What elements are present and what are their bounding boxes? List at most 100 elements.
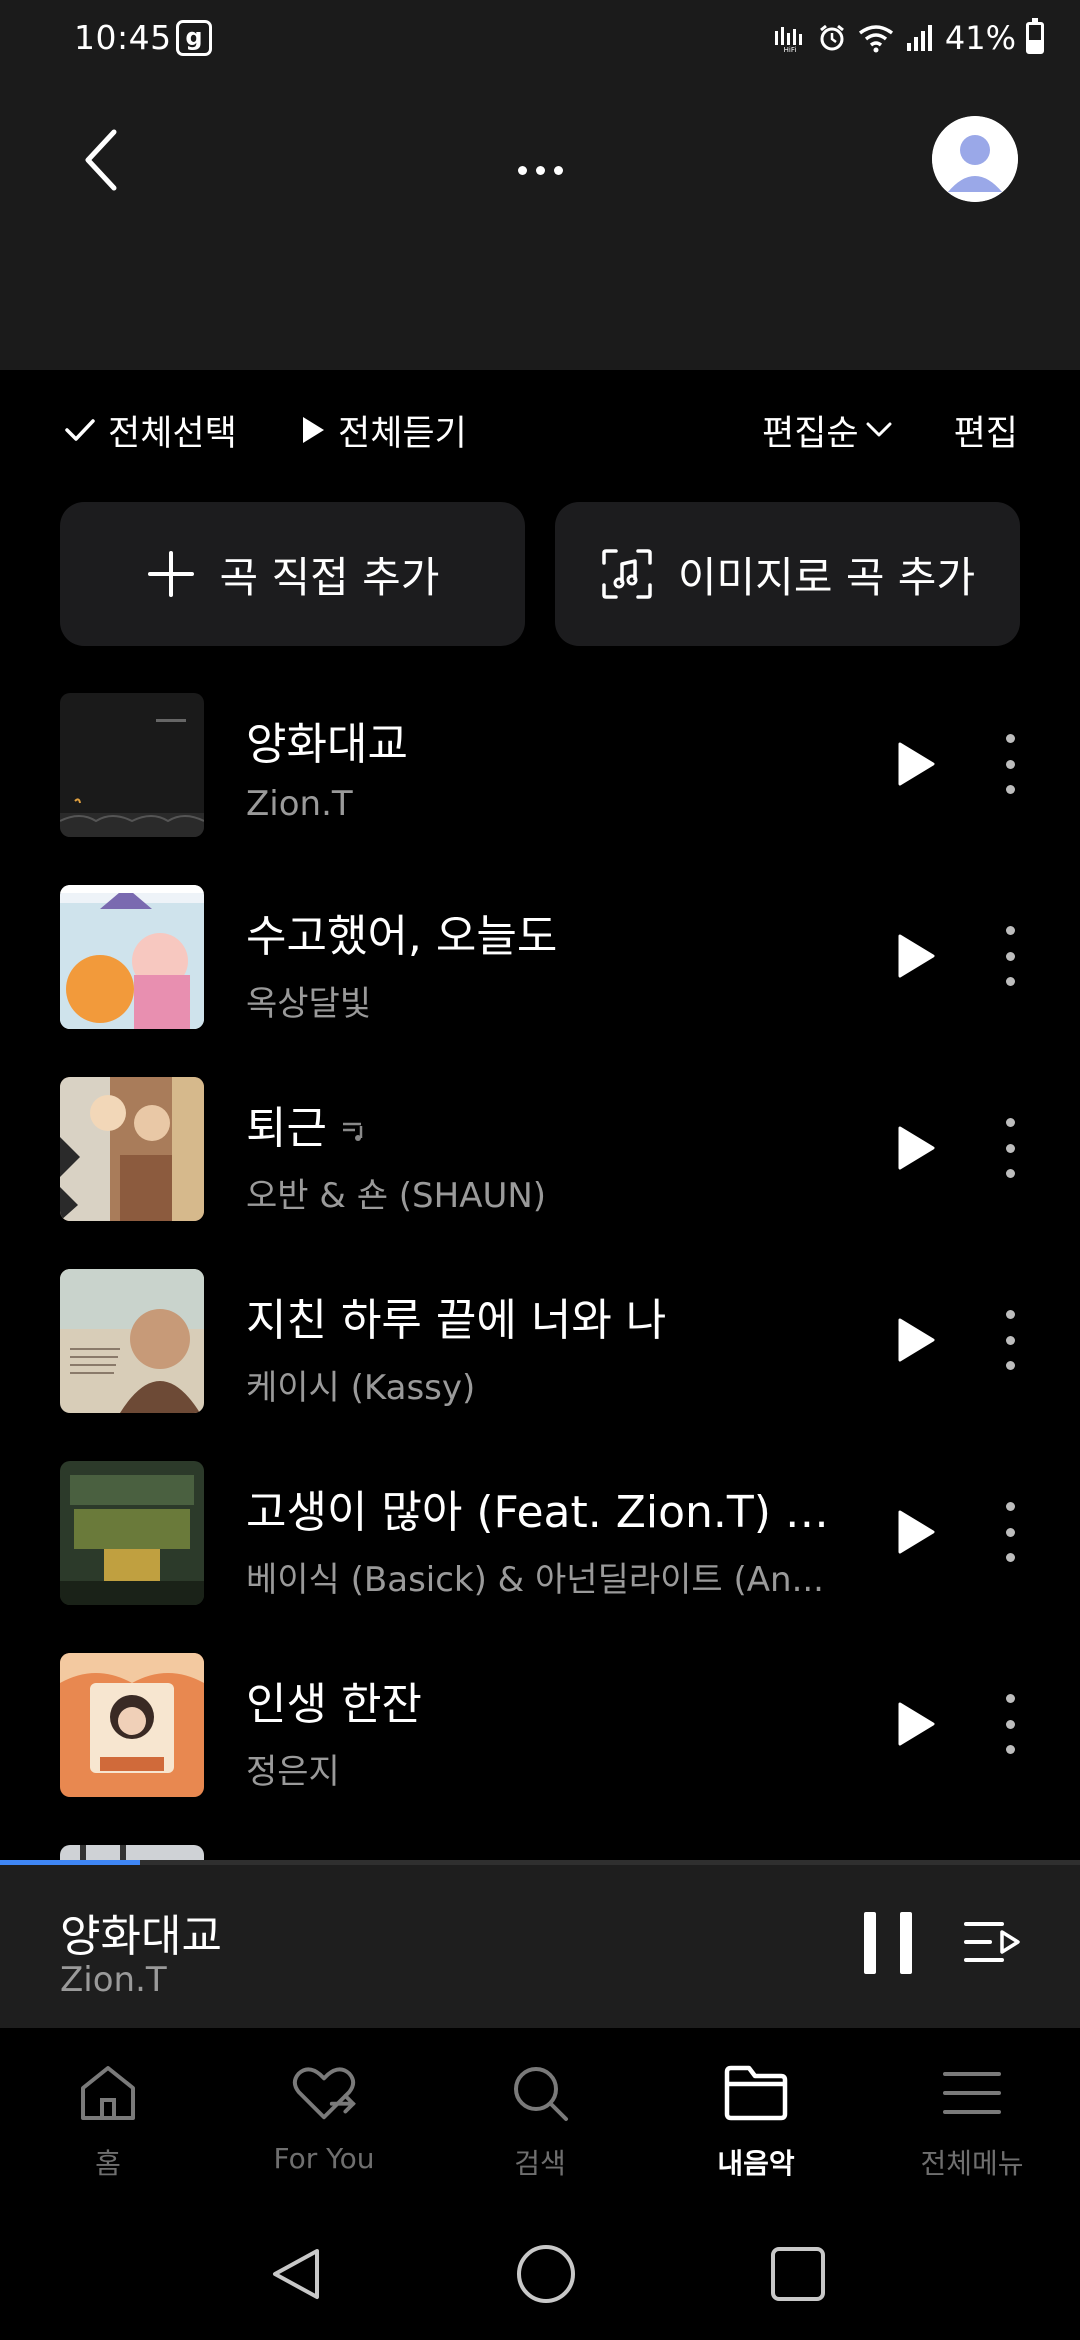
song-row[interactable]: 인생 한잔 정은지 bbox=[0, 1650, 1080, 1842]
select-all-button[interactable]: 전체선택 bbox=[64, 400, 237, 460]
play-all-button[interactable]: 전체듣기 bbox=[300, 400, 467, 460]
notification-g-icon: g bbox=[176, 20, 212, 56]
now-playing-title: 양화대교 bbox=[60, 1911, 222, 1962]
now-playing-artist: Zion.T bbox=[60, 1960, 167, 2000]
song-title: 수고했어, 오늘도 bbox=[246, 911, 558, 962]
status-indicators: HiFi 41% bbox=[773, 16, 1044, 60]
add-song-row: 곡 직접 추가 이미지로 곡 추가 bbox=[60, 502, 1020, 646]
back-button[interactable] bbox=[70, 120, 130, 200]
back-icon bbox=[85, 129, 117, 191]
song-play-button[interactable] bbox=[888, 1694, 944, 1754]
profile-avatar[interactable] bbox=[932, 116, 1018, 202]
play-icon bbox=[898, 1510, 935, 1554]
album-cover bbox=[60, 693, 204, 837]
nav-all-menu[interactable]: 전체메뉴 bbox=[864, 2028, 1080, 2208]
playback-progress-fill bbox=[0, 1860, 141, 1865]
album-cover bbox=[60, 1269, 204, 1413]
kebab-icon bbox=[1005, 734, 1015, 743]
more-icon bbox=[517, 165, 527, 175]
status-bar: 10:45 g HiFi 41% bbox=[0, 0, 1080, 80]
sort-label: 편집순 bbox=[762, 413, 859, 454]
folder-icon bbox=[724, 2065, 788, 2121]
kebab-icon bbox=[1005, 1118, 1015, 1127]
song-title: 퇴근 bbox=[246, 1092, 367, 1156]
song-more-button[interactable] bbox=[995, 918, 1025, 994]
battery-percent: 41% bbox=[944, 19, 1016, 57]
system-recent-button[interactable] bbox=[760, 2236, 836, 2312]
select-all-label: 전체선택 bbox=[108, 413, 237, 454]
song-row[interactable]: 양화대교 Zion.T bbox=[0, 690, 1080, 882]
home-icon bbox=[81, 2066, 135, 2120]
play-icon bbox=[898, 1126, 935, 1170]
nav-label: 내음악 bbox=[717, 2147, 795, 2180]
add-song-direct-button[interactable]: 곡 직접 추가 bbox=[60, 502, 525, 646]
playback-progress[interactable] bbox=[0, 1860, 1080, 1865]
search-icon bbox=[514, 2067, 568, 2121]
hifi-icon: HiFi bbox=[774, 27, 802, 53]
nav-label: 홈 bbox=[95, 2147, 121, 2180]
play-icon bbox=[898, 742, 935, 786]
more-button[interactable] bbox=[500, 140, 580, 200]
edit-label: 편집 bbox=[953, 413, 1018, 454]
song-more-button[interactable] bbox=[995, 726, 1025, 802]
menu-icon bbox=[943, 2072, 1001, 2114]
pause-button[interactable] bbox=[858, 1904, 918, 1982]
play-all-label: 전체듣기 bbox=[338, 413, 467, 454]
song-artist: Zion.T bbox=[246, 784, 353, 824]
song-more-button[interactable] bbox=[995, 1686, 1025, 1762]
song-more-button[interactable] bbox=[995, 1302, 1025, 1378]
song-row[interactable] bbox=[0, 1842, 1080, 1860]
wifi-icon bbox=[858, 25, 893, 53]
song-play-button[interactable] bbox=[888, 926, 944, 986]
playlist-queue-button[interactable] bbox=[962, 1916, 1022, 1972]
song-artist: 옥상달빛 bbox=[246, 984, 372, 1024]
song-play-button[interactable] bbox=[888, 734, 944, 794]
system-back-button[interactable] bbox=[258, 2236, 334, 2312]
song-row[interactable]: 수고했어, 오늘도 옥상달빛 bbox=[0, 882, 1080, 1074]
song-title: 인생 한잔 bbox=[246, 1679, 422, 1730]
nav-label: For You bbox=[273, 2142, 375, 2175]
song-row[interactable]: 퇴근 오반 & 숀 (SHAUN) bbox=[0, 1074, 1080, 1266]
play-icon bbox=[898, 1318, 935, 1362]
song-more-button[interactable] bbox=[995, 1110, 1025, 1186]
album-cover bbox=[60, 885, 204, 1029]
nav-home[interactable]: 홈 bbox=[0, 2028, 216, 2208]
pause-icon bbox=[864, 1912, 876, 1974]
song-play-button[interactable] bbox=[888, 1310, 944, 1370]
play-icon bbox=[898, 934, 935, 978]
add-song-image-label: 이미지로 곡 추가 bbox=[677, 552, 976, 602]
song-row[interactable]: 지친 하루 끝에 너와 나 케이시 (Kassy) bbox=[0, 1266, 1080, 1458]
song-play-button[interactable] bbox=[888, 1502, 944, 1562]
add-song-image-button[interactable]: 이미지로 곡 추가 bbox=[555, 502, 1020, 646]
song-list: 양화대교 Zion.T 수고했어, 오늘도 옥상달빛 퇴근 오반 & 숀 (SH… bbox=[0, 690, 1080, 1860]
edit-button[interactable]: 편집 bbox=[954, 400, 1018, 460]
kebab-icon bbox=[1005, 926, 1015, 935]
album-cover bbox=[60, 1845, 204, 1860]
play-icon bbox=[303, 417, 324, 443]
sort-dropdown[interactable]: 편집순 bbox=[762, 400, 893, 460]
avatar-icon bbox=[932, 116, 1018, 202]
plus-icon bbox=[147, 551, 194, 597]
song-more-button[interactable] bbox=[995, 1494, 1025, 1570]
album-cover bbox=[60, 1077, 204, 1221]
nav-for-you[interactable]: For You bbox=[216, 2028, 432, 2208]
chevron-down-icon bbox=[866, 422, 892, 437]
heart-icon bbox=[292, 2067, 356, 2120]
album-cover bbox=[60, 1461, 204, 1605]
bottom-navigation: 홈 For You 검색 내음악 전체메뉴 bbox=[0, 2028, 1080, 2208]
song-title: 양화대교 bbox=[246, 719, 408, 770]
mini-player[interactable]: 양화대교 Zion.T bbox=[0, 1860, 1080, 2028]
nav-my-music[interactable]: 내음악 bbox=[648, 2028, 864, 2208]
nav-label: 검색 bbox=[514, 2147, 566, 2180]
playlist-header bbox=[0, 80, 1080, 370]
nav-search[interactable]: 검색 bbox=[432, 2028, 648, 2208]
song-row[interactable]: 고생이 많아 (Feat. Zion.T) (P.. 베이식 (Basick) … bbox=[0, 1458, 1080, 1650]
song-artist: 케이시 (Kassy) bbox=[246, 1368, 476, 1408]
system-home-button[interactable] bbox=[508, 2236, 584, 2312]
check-icon bbox=[65, 419, 95, 441]
song-artist: 베이식 (Basick) & 아넌딜라이트 (An... bbox=[246, 1560, 824, 1600]
song-artist: 오반 & 숀 (SHAUN) bbox=[246, 1176, 547, 1216]
song-play-button[interactable] bbox=[888, 1118, 944, 1178]
add-song-direct-label: 곡 직접 추가 bbox=[219, 552, 440, 602]
status-time: 10:45 bbox=[74, 18, 172, 57]
